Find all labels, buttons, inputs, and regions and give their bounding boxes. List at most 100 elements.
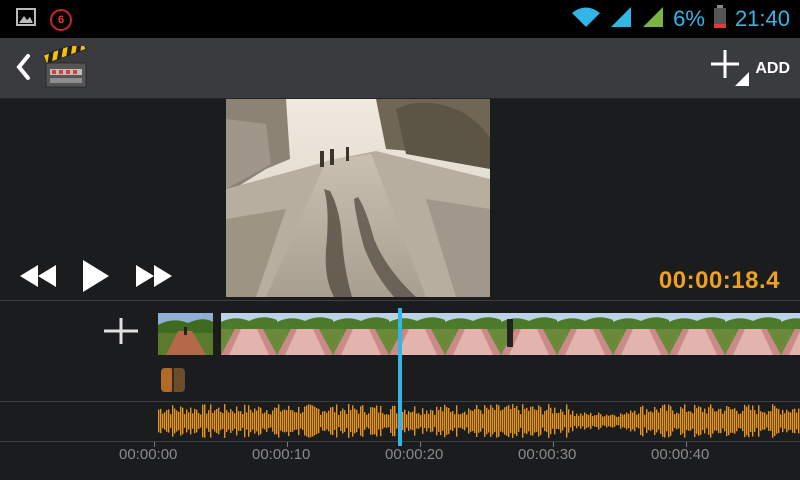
- waveform-bar: [770, 411, 772, 431]
- waveform-bar: [438, 410, 440, 432]
- waveform-bar: [702, 411, 704, 431]
- waveform-bar: [204, 404, 206, 438]
- waveform-bar: [786, 409, 788, 433]
- rewind-icon[interactable]: [18, 263, 58, 294]
- waveform-bar: [330, 407, 332, 435]
- waveform-bar: [472, 410, 474, 432]
- waveform-bar: [538, 405, 540, 437]
- waveform-bar: [720, 408, 722, 434]
- waveform-bar: [296, 412, 298, 430]
- waveform-bar: [238, 411, 240, 431]
- transition-icon[interactable]: [161, 368, 185, 392]
- clip-thumbnail[interactable]: [158, 313, 213, 355]
- waveform-bar: [386, 414, 388, 428]
- waveform-bar: [408, 411, 410, 431]
- chevron-left-icon[interactable]: [14, 52, 32, 87]
- waveform-bar: [382, 413, 384, 429]
- waveform-bar: [604, 416, 606, 426]
- waveform-bar: [544, 410, 546, 432]
- add-button[interactable]: ADD: [709, 46, 790, 92]
- waveform-bar: [670, 406, 672, 436]
- waveform-bar: [432, 410, 434, 432]
- waveform-bar: [780, 414, 782, 428]
- waveform-bar: [568, 409, 570, 433]
- waveform-bar: [240, 411, 242, 431]
- waveform-bar: [520, 414, 522, 428]
- waveform-bar: [530, 406, 532, 436]
- waveform-bar: [402, 411, 404, 431]
- waveform-bar: [324, 411, 326, 431]
- waveform-bar: [586, 414, 588, 428]
- waveform-bar: [452, 411, 454, 431]
- waveform-bar: [656, 409, 658, 433]
- waveform-bar: [306, 405, 308, 437]
- waveform-bar: [542, 414, 544, 428]
- waveform-bar: [592, 416, 594, 426]
- waveform-bar: [336, 404, 338, 438]
- waveform-bar: [552, 413, 554, 429]
- waveform-bar: [596, 414, 598, 428]
- fast-forward-icon[interactable]: [134, 263, 174, 294]
- waveform-bar: [352, 405, 354, 437]
- waveform-bar: [178, 411, 180, 431]
- waveform-bar: [722, 413, 724, 429]
- waveform-bar: [532, 406, 534, 436]
- waveform-bar: [354, 408, 356, 434]
- play-icon[interactable]: [80, 258, 112, 299]
- waveform-bar: [254, 408, 256, 434]
- waveform-bar: [450, 412, 452, 430]
- waveform-bar: [646, 409, 648, 433]
- playhead[interactable]: [398, 308, 402, 446]
- waveform-bar: [514, 408, 516, 434]
- waveform-bar: [700, 407, 702, 435]
- waveform-bar: [498, 405, 500, 437]
- waveform-bar: [350, 409, 352, 433]
- waveform-bar: [326, 412, 328, 430]
- waveform-bar: [698, 406, 700, 436]
- waveform-bar: [266, 410, 268, 432]
- waveform-bar: [426, 410, 428, 432]
- waveform-bar: [162, 413, 164, 429]
- waveform-bar: [610, 414, 612, 428]
- waveform-bar: [424, 414, 426, 428]
- waveform-bar: [540, 407, 542, 435]
- waveform-bar: [346, 414, 348, 428]
- waveform-bar: [776, 408, 778, 434]
- waveform-bar: [594, 415, 596, 427]
- waveform-bar: [572, 410, 574, 432]
- clapperboard-icon[interactable]: [42, 40, 90, 95]
- waveform-bar: [466, 414, 468, 428]
- waveform-bar: [590, 412, 592, 430]
- waveform-bar: [508, 404, 510, 438]
- waveform-bar: [236, 406, 238, 436]
- waveform-bar: [246, 412, 248, 430]
- waveform-bar: [186, 409, 188, 433]
- waveform-bar: [374, 407, 376, 435]
- waveform-bar: [446, 407, 448, 435]
- waveform-bar: [570, 414, 572, 428]
- waveform-bar: [180, 406, 182, 436]
- clip-filmstrip[interactable]: [221, 313, 800, 355]
- waveform-bar: [304, 406, 306, 436]
- waveform-bar: [550, 407, 552, 435]
- waveform-bar: [356, 409, 358, 433]
- add-label: ADD: [755, 60, 790, 77]
- waveform-bar: [750, 410, 752, 432]
- waveform-bar: [664, 404, 666, 438]
- waveform-bar: [588, 415, 590, 427]
- waveform-bar: [366, 414, 368, 428]
- waveform-bar: [484, 405, 486, 437]
- waveform-bar: [488, 409, 490, 433]
- waveform-bar: [642, 405, 644, 437]
- add-clip-icon[interactable]: [102, 316, 140, 351]
- waveform-bar: [448, 407, 450, 435]
- audio-waveform[interactable]: [158, 404, 800, 438]
- waveform-bar: [580, 413, 582, 429]
- waveform-bar: [502, 409, 504, 433]
- video-preview[interactable]: [226, 99, 490, 297]
- waveform-bar: [212, 412, 214, 430]
- waveform-bar: [758, 405, 760, 437]
- waveform-bar: [510, 409, 512, 433]
- waveform-bar: [442, 411, 444, 431]
- waveform-bar: [262, 413, 264, 429]
